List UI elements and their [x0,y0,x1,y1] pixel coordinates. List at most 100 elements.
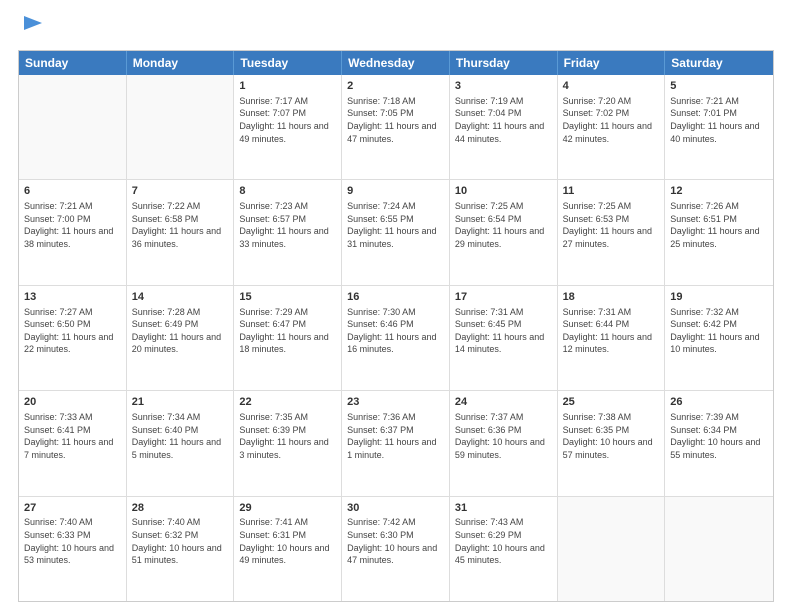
day-info: Sunrise: 7:28 AM Sunset: 6:49 PM Dayligh… [132,306,229,356]
calendar-cell: 11Sunrise: 7:25 AM Sunset: 6:53 PM Dayli… [558,180,666,284]
calendar-week-row: 20Sunrise: 7:33 AM Sunset: 6:41 PM Dayli… [19,391,773,496]
calendar-cell: 6Sunrise: 7:21 AM Sunset: 7:00 PM Daylig… [19,180,127,284]
day-number: 20 [24,395,121,410]
calendar-cell: 4Sunrise: 7:20 AM Sunset: 7:02 PM Daylig… [558,75,666,179]
day-info: Sunrise: 7:20 AM Sunset: 7:02 PM Dayligh… [563,95,660,145]
day-number: 6 [24,184,121,199]
day-number: 7 [132,184,229,199]
header [18,18,774,40]
day-info: Sunrise: 7:21 AM Sunset: 7:00 PM Dayligh… [24,200,121,250]
calendar-cell [19,75,127,179]
day-number: 24 [455,395,552,410]
day-number: 17 [455,290,552,305]
calendar-body: 1Sunrise: 7:17 AM Sunset: 7:07 PM Daylig… [19,75,773,601]
day-number: 22 [239,395,336,410]
day-number: 26 [670,395,768,410]
day-info: Sunrise: 7:43 AM Sunset: 6:29 PM Dayligh… [455,516,552,566]
day-info: Sunrise: 7:41 AM Sunset: 6:31 PM Dayligh… [239,516,336,566]
day-number: 11 [563,184,660,199]
calendar-cell: 10Sunrise: 7:25 AM Sunset: 6:54 PM Dayli… [450,180,558,284]
calendar-cell: 25Sunrise: 7:38 AM Sunset: 6:35 PM Dayli… [558,391,666,495]
day-number: 21 [132,395,229,410]
calendar-cell: 19Sunrise: 7:32 AM Sunset: 6:42 PM Dayli… [665,286,773,390]
day-info: Sunrise: 7:22 AM Sunset: 6:58 PM Dayligh… [132,200,229,250]
calendar-header-day: Thursday [450,51,558,75]
day-number: 4 [563,79,660,94]
calendar-cell: 3Sunrise: 7:19 AM Sunset: 7:04 PM Daylig… [450,75,558,179]
day-number: 2 [347,79,444,94]
day-info: Sunrise: 7:42 AM Sunset: 6:30 PM Dayligh… [347,516,444,566]
calendar-cell: 23Sunrise: 7:36 AM Sunset: 6:37 PM Dayli… [342,391,450,495]
day-info: Sunrise: 7:19 AM Sunset: 7:04 PM Dayligh… [455,95,552,145]
calendar-cell: 14Sunrise: 7:28 AM Sunset: 6:49 PM Dayli… [127,286,235,390]
calendar-cell: 31Sunrise: 7:43 AM Sunset: 6:29 PM Dayli… [450,497,558,601]
calendar-cell: 28Sunrise: 7:40 AM Sunset: 6:32 PM Dayli… [127,497,235,601]
day-info: Sunrise: 7:26 AM Sunset: 6:51 PM Dayligh… [670,200,768,250]
day-info: Sunrise: 7:39 AM Sunset: 6:34 PM Dayligh… [670,411,768,461]
calendar-cell: 21Sunrise: 7:34 AM Sunset: 6:40 PM Dayli… [127,391,235,495]
day-info: Sunrise: 7:37 AM Sunset: 6:36 PM Dayligh… [455,411,552,461]
day-info: Sunrise: 7:24 AM Sunset: 6:55 PM Dayligh… [347,200,444,250]
day-info: Sunrise: 7:31 AM Sunset: 6:45 PM Dayligh… [455,306,552,356]
calendar-week-row: 1Sunrise: 7:17 AM Sunset: 7:07 PM Daylig… [19,75,773,180]
calendar-cell: 9Sunrise: 7:24 AM Sunset: 6:55 PM Daylig… [342,180,450,284]
day-info: Sunrise: 7:38 AM Sunset: 6:35 PM Dayligh… [563,411,660,461]
day-number: 3 [455,79,552,94]
day-info: Sunrise: 7:25 AM Sunset: 6:54 PM Dayligh… [455,200,552,250]
calendar-cell: 15Sunrise: 7:29 AM Sunset: 6:47 PM Dayli… [234,286,342,390]
day-number: 23 [347,395,444,410]
day-info: Sunrise: 7:30 AM Sunset: 6:46 PM Dayligh… [347,306,444,356]
day-info: Sunrise: 7:18 AM Sunset: 7:05 PM Dayligh… [347,95,444,145]
calendar-page: SundayMondayTuesdayWednesdayThursdayFrid… [0,0,792,612]
calendar-cell [127,75,235,179]
day-number: 12 [670,184,768,199]
calendar-cell [558,497,666,601]
day-info: Sunrise: 7:35 AM Sunset: 6:39 PM Dayligh… [239,411,336,461]
day-number: 19 [670,290,768,305]
calendar-cell: 30Sunrise: 7:42 AM Sunset: 6:30 PM Dayli… [342,497,450,601]
calendar-week-row: 27Sunrise: 7:40 AM Sunset: 6:33 PM Dayli… [19,497,773,601]
day-number: 14 [132,290,229,305]
day-number: 8 [239,184,336,199]
calendar-cell: 8Sunrise: 7:23 AM Sunset: 6:57 PM Daylig… [234,180,342,284]
calendar-header-day: Sunday [19,51,127,75]
calendar-header-day: Friday [558,51,666,75]
calendar-cell: 18Sunrise: 7:31 AM Sunset: 6:44 PM Dayli… [558,286,666,390]
calendar-cell: 5Sunrise: 7:21 AM Sunset: 7:01 PM Daylig… [665,75,773,179]
day-number: 9 [347,184,444,199]
calendar-cell: 26Sunrise: 7:39 AM Sunset: 6:34 PM Dayli… [665,391,773,495]
calendar-header-day: Wednesday [342,51,450,75]
calendar-cell: 17Sunrise: 7:31 AM Sunset: 6:45 PM Dayli… [450,286,558,390]
day-info: Sunrise: 7:32 AM Sunset: 6:42 PM Dayligh… [670,306,768,356]
day-info: Sunrise: 7:40 AM Sunset: 6:33 PM Dayligh… [24,516,121,566]
calendar-week-row: 13Sunrise: 7:27 AM Sunset: 6:50 PM Dayli… [19,286,773,391]
calendar-cell: 12Sunrise: 7:26 AM Sunset: 6:51 PM Dayli… [665,180,773,284]
calendar-cell: 16Sunrise: 7:30 AM Sunset: 6:46 PM Dayli… [342,286,450,390]
day-number: 29 [239,501,336,516]
day-number: 31 [455,501,552,516]
day-info: Sunrise: 7:25 AM Sunset: 6:53 PM Dayligh… [563,200,660,250]
calendar-cell: 2Sunrise: 7:18 AM Sunset: 7:05 PM Daylig… [342,75,450,179]
calendar-header-day: Tuesday [234,51,342,75]
day-number: 5 [670,79,768,94]
day-info: Sunrise: 7:17 AM Sunset: 7:07 PM Dayligh… [239,95,336,145]
day-info: Sunrise: 7:21 AM Sunset: 7:01 PM Dayligh… [670,95,768,145]
calendar: SundayMondayTuesdayWednesdayThursdayFrid… [18,50,774,602]
day-number: 15 [239,290,336,305]
calendar-cell: 27Sunrise: 7:40 AM Sunset: 6:33 PM Dayli… [19,497,127,601]
day-number: 28 [132,501,229,516]
calendar-cell: 24Sunrise: 7:37 AM Sunset: 6:36 PM Dayli… [450,391,558,495]
logo-arrow-icon [22,12,44,34]
day-info: Sunrise: 7:27 AM Sunset: 6:50 PM Dayligh… [24,306,121,356]
calendar-header-day: Monday [127,51,235,75]
calendar-cell [665,497,773,601]
calendar-cell: 7Sunrise: 7:22 AM Sunset: 6:58 PM Daylig… [127,180,235,284]
day-number: 1 [239,79,336,94]
calendar-week-row: 6Sunrise: 7:21 AM Sunset: 7:00 PM Daylig… [19,180,773,285]
calendar-cell: 22Sunrise: 7:35 AM Sunset: 6:39 PM Dayli… [234,391,342,495]
calendar-header-day: Saturday [665,51,773,75]
day-number: 25 [563,395,660,410]
calendar-header: SundayMondayTuesdayWednesdayThursdayFrid… [19,51,773,75]
day-info: Sunrise: 7:31 AM Sunset: 6:44 PM Dayligh… [563,306,660,356]
day-info: Sunrise: 7:36 AM Sunset: 6:37 PM Dayligh… [347,411,444,461]
